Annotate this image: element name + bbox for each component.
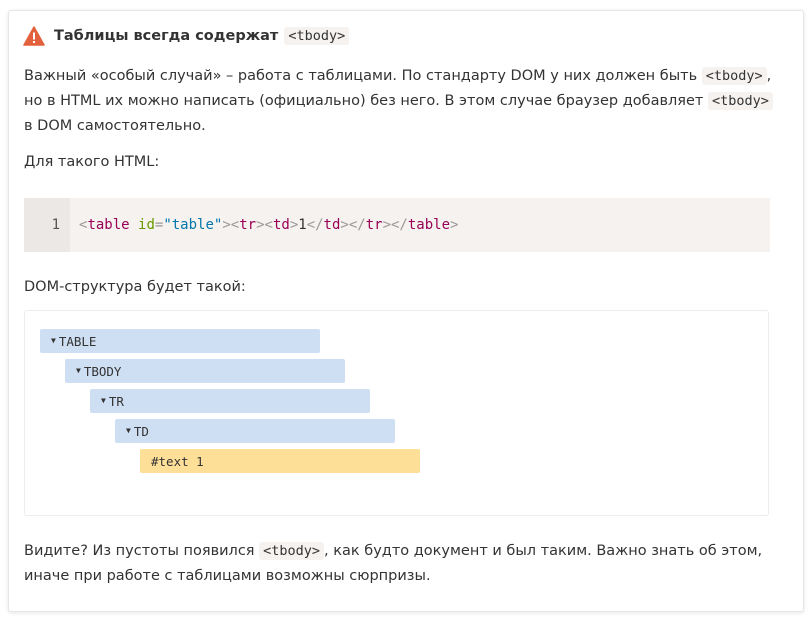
dom-node-label: TR <box>108 393 124 409</box>
outro-paragraph: Видите? Из пустоты появился <tbody>, как… <box>24 539 774 589</box>
code-token: table <box>407 217 451 233</box>
code-token: </ <box>348 217 366 233</box>
code-token: table <box>87 217 130 233</box>
expand-arrow-icon: ▼ <box>76 365 81 375</box>
code-token: > <box>450 217 459 233</box>
intro-code-2: <tbody> <box>707 92 773 110</box>
code-token: < <box>230 217 240 233</box>
code-token: td <box>323 217 341 233</box>
card-heading: Таблицы всегда содержат <tbody> <box>23 26 350 46</box>
code-token: > <box>382 217 391 233</box>
code-token: > <box>340 217 349 233</box>
dom-node-label: TD <box>133 423 149 439</box>
code-block: 1 <table id="table"><tr><td>1</td></tr><… <box>24 198 770 252</box>
dom-node-label: #text 1 <box>151 453 204 469</box>
dom-node-label: TABLE <box>58 333 97 349</box>
intro-text-3: в DOM самостоятельно. <box>24 118 206 134</box>
intro-paragraph: Важный «особый случай» – работа с таблиц… <box>24 64 774 139</box>
code-token: </ <box>306 217 324 233</box>
code-line[interactable]: <table id="table"><tr><td>1</td></tr></t… <box>70 217 458 233</box>
code-token: > <box>256 217 265 233</box>
code-token: 1 <box>298 217 307 233</box>
warning-icon <box>23 26 45 46</box>
expand-arrow-icon: ▼ <box>51 335 56 345</box>
line-number: 1 <box>24 198 70 252</box>
code-token: "table" <box>163 217 223 233</box>
dom-node-label: TBODY <box>83 363 122 379</box>
intro-text-1: Важный «особый случай» – работа с таблиц… <box>24 68 702 84</box>
heading-title: Таблицы всегда содержат <box>54 28 279 44</box>
code-token: tr <box>239 217 257 233</box>
dom-tree: ▼ TABLE ▼ TBODY ▼ TR ▼ TD #text 1 <box>24 310 769 516</box>
code-token: > <box>289 217 299 233</box>
outro-code: <tbody> <box>259 542 325 560</box>
dom-lead-paragraph: DOM-структура будет такой: <box>24 279 246 295</box>
html-lead-paragraph: Для такого HTML: <box>24 154 160 170</box>
dom-node-tr[interactable]: ▼ TR <box>90 389 370 413</box>
dom-node-td[interactable]: ▼ TD <box>115 419 395 443</box>
dom-node-table[interactable]: ▼ TABLE <box>40 329 320 353</box>
code-token: id <box>138 217 155 233</box>
intro-code-1: <tbody> <box>701 67 767 85</box>
expand-arrow-icon: ▼ <box>126 425 131 435</box>
code-token: > <box>222 217 231 233</box>
code-token: td <box>272 217 290 233</box>
code-token: < <box>264 217 273 233</box>
expand-arrow-icon: ▼ <box>101 395 106 405</box>
code-token: </ <box>391 217 408 233</box>
outro-text-1: Видите? Из пустоты появился <box>24 543 260 559</box>
code-token: tr <box>365 217 383 233</box>
heading-code: <tbody> <box>284 27 350 45</box>
dom-node-text[interactable]: #text 1 <box>140 449 420 473</box>
dom-node-tbody[interactable]: ▼ TBODY <box>65 359 345 383</box>
